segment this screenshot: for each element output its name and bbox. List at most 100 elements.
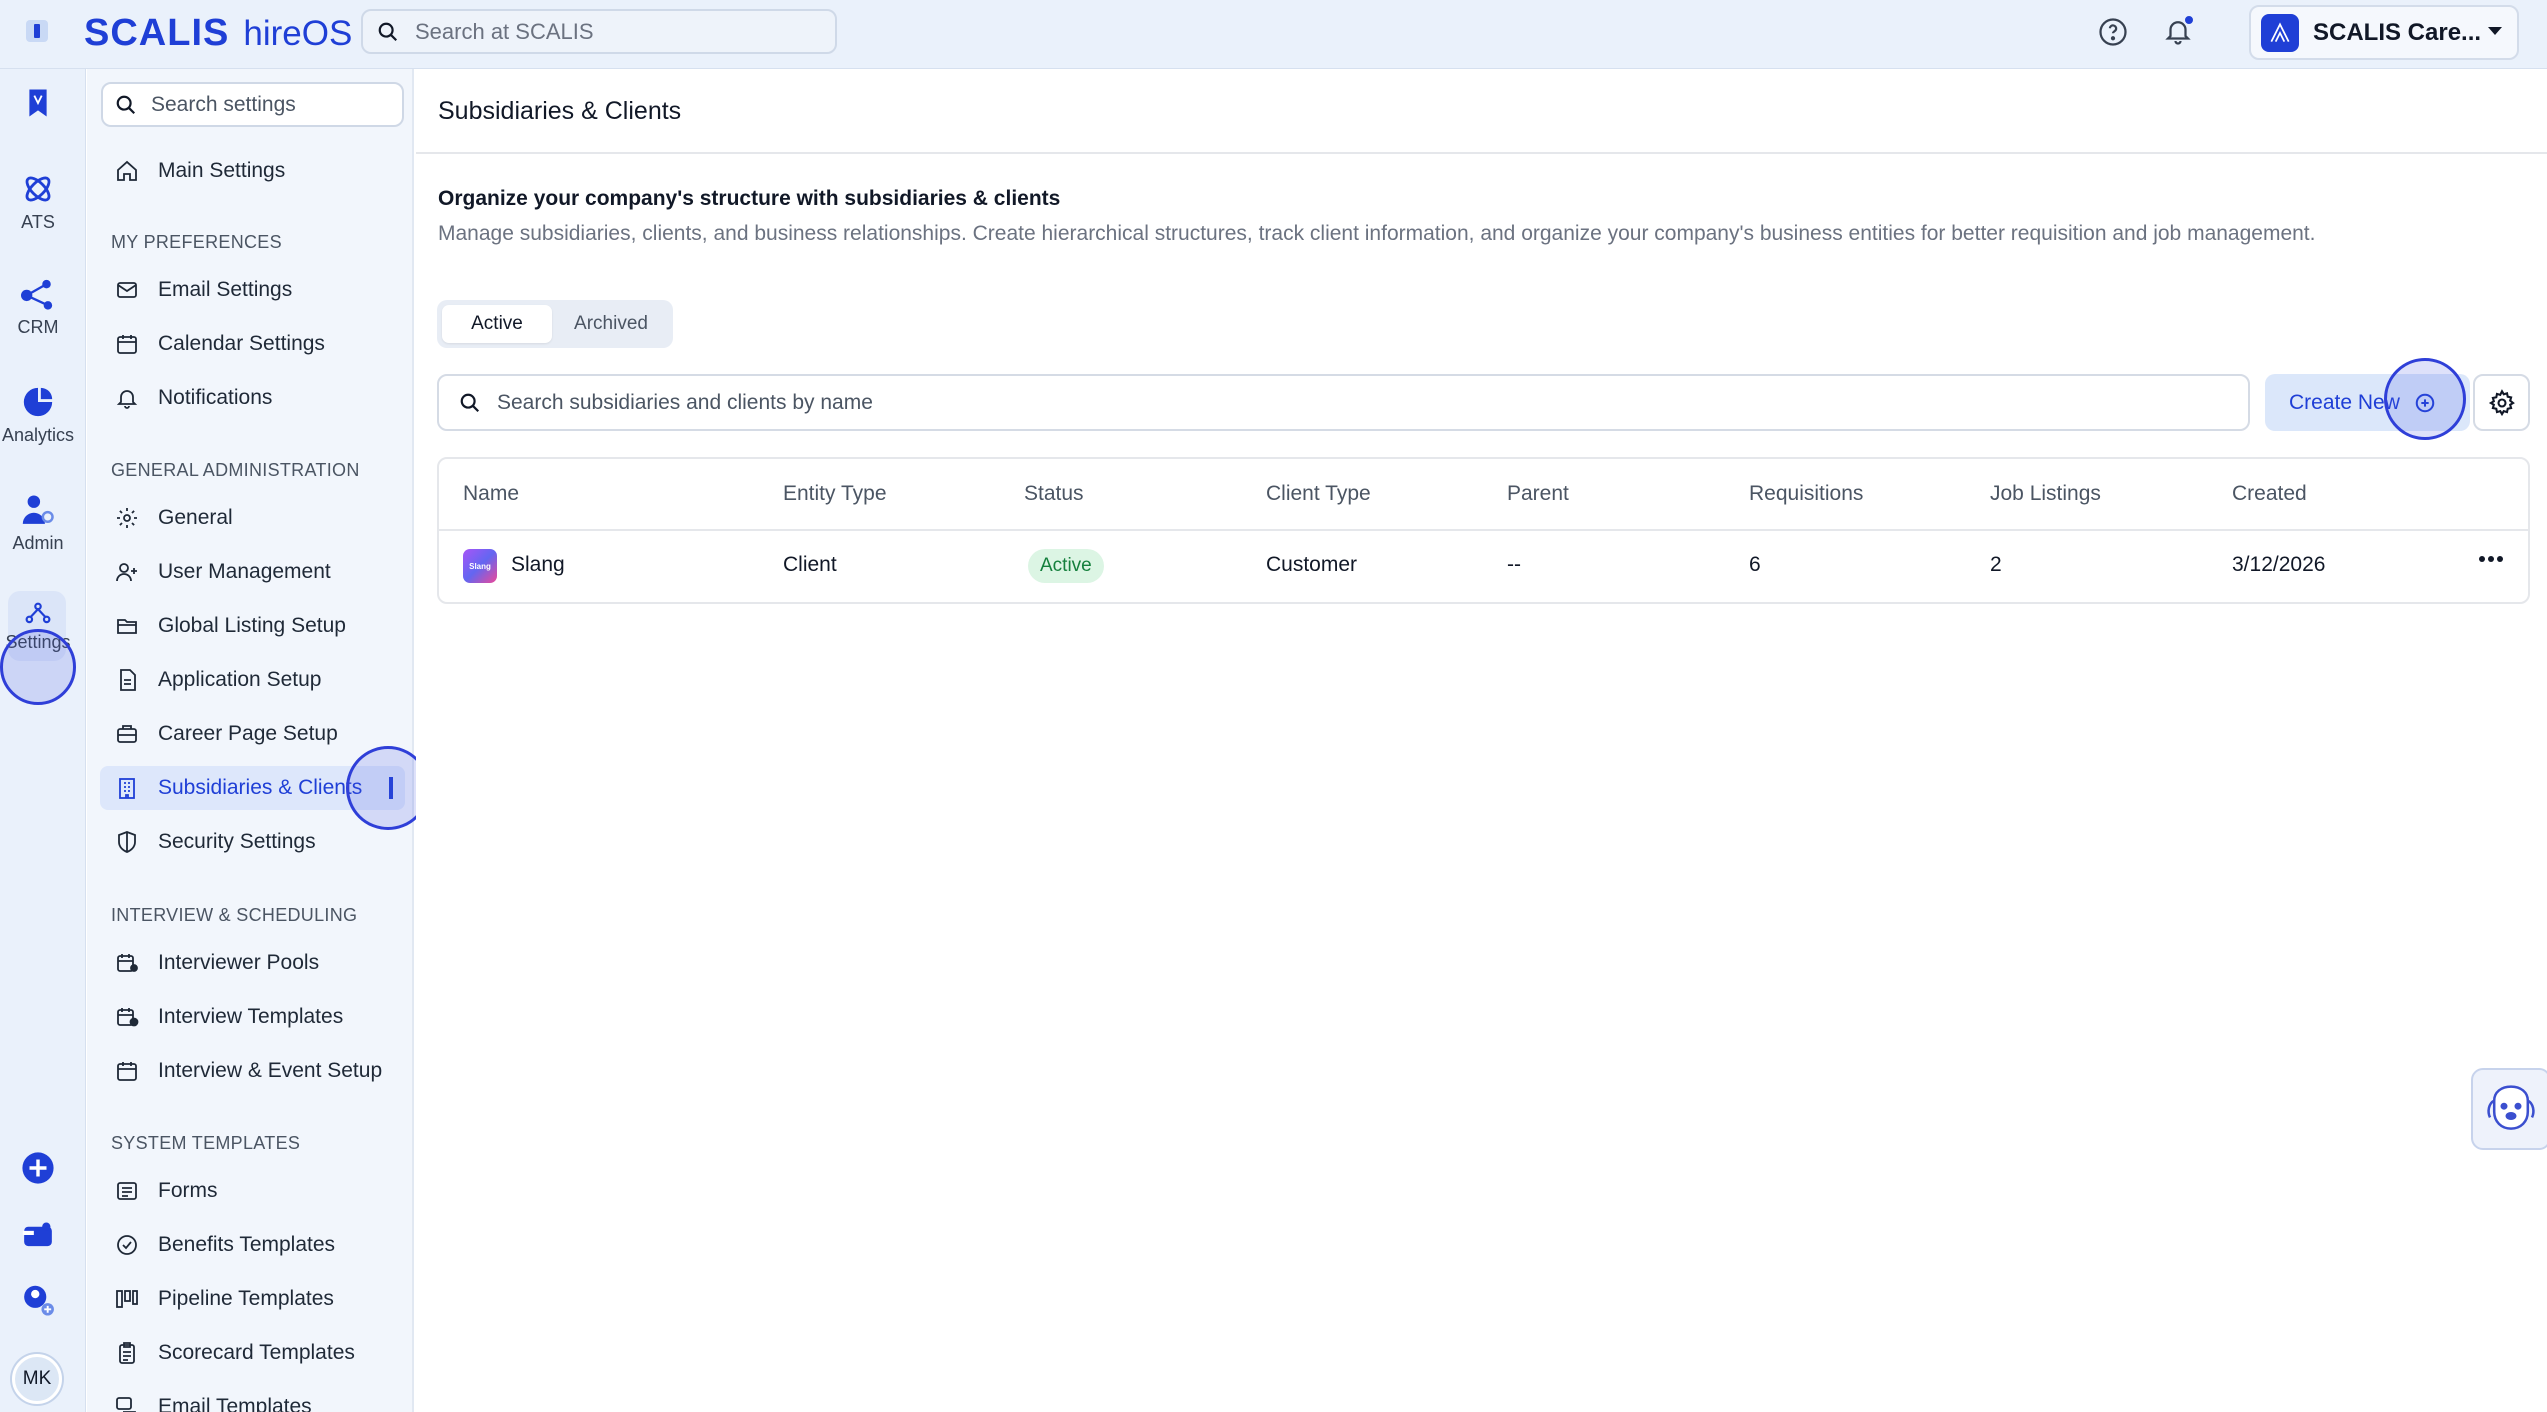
settings-search-input[interactable] xyxy=(151,92,391,117)
rail-bookmark[interactable] xyxy=(0,87,76,119)
page-header: Subsidiaries & Clients xyxy=(416,69,2547,154)
gear-icon xyxy=(2488,388,2516,417)
sidebar-item-career-page-setup[interactable]: Career Page Setup xyxy=(100,712,405,756)
form-icon xyxy=(114,1178,140,1204)
rail-item-analytics[interactable]: Analytics xyxy=(0,385,76,446)
rail-label-settings: Settings xyxy=(5,632,71,652)
text-cursor xyxy=(389,777,393,799)
tab-active[interactable]: Active xyxy=(442,305,552,343)
sidebar-item-label: Career Page Setup xyxy=(158,722,338,745)
sidebar-item-security-settings[interactable]: Security Settings xyxy=(100,820,405,864)
rail-item-settings[interactable]: Settings xyxy=(0,602,76,653)
dog-mascot-icon xyxy=(2483,1081,2539,1137)
sidebar-item-scorecard-templates[interactable]: Scorecard Templates xyxy=(100,1331,405,1375)
col-entity-type[interactable]: Entity Type xyxy=(783,482,887,506)
sidebar-item-forms[interactable]: Forms xyxy=(100,1169,405,1213)
more-options-icon[interactable] xyxy=(2478,555,2504,563)
sidebar-item-general[interactable]: General xyxy=(100,496,405,540)
sidebar-item-label: Calendar Settings xyxy=(158,332,325,355)
account-switcher[interactable]: SCALIS Care... xyxy=(2249,5,2519,60)
atom-icon xyxy=(21,172,55,206)
rail-label-crm: CRM xyxy=(17,317,59,337)
sidebar-item-calendar-settings[interactable]: Calendar Settings xyxy=(100,322,405,366)
chat-icon xyxy=(114,1394,140,1412)
global-search[interactable] xyxy=(361,9,837,54)
page-title: Subsidiaries & Clients xyxy=(438,97,682,125)
settings-nodes-icon xyxy=(25,602,51,626)
sidebar-item-label: Notifications xyxy=(158,386,273,409)
global-search-input[interactable] xyxy=(415,18,815,45)
assistant-button[interactable] xyxy=(2471,1068,2547,1150)
mail-icon xyxy=(114,277,140,303)
rail-label-analytics: Analytics xyxy=(1,425,75,445)
document-icon xyxy=(114,667,140,693)
entities-table: Name Entity Type Status Client Type Pare… xyxy=(437,457,2530,604)
help-icon[interactable] xyxy=(2096,15,2130,49)
sidebar-item-label: Scorecard Templates xyxy=(158,1341,355,1364)
cell-job-listings: 2 xyxy=(1990,553,2002,576)
cell-name[interactable]: Slang xyxy=(511,553,565,577)
rail-inbox-button[interactable] xyxy=(0,1219,76,1251)
section-my-preferences: MY PREFERENCES xyxy=(111,232,282,252)
sidebar-item-email-templates[interactable]: Email Templates xyxy=(100,1385,405,1412)
sidebar-item-application-setup[interactable]: Application Setup xyxy=(100,658,405,702)
table-settings-button[interactable] xyxy=(2473,374,2530,431)
network-icon xyxy=(19,277,57,311)
col-created[interactable]: Created xyxy=(2232,482,2307,506)
sidebar-item-label: Application Setup xyxy=(158,668,322,691)
calendar-clock-icon xyxy=(114,1004,140,1030)
sidebar-item-user-management[interactable]: User Management xyxy=(100,550,405,594)
briefcase-icon xyxy=(114,721,140,747)
sidebar-item-label: Interview Templates xyxy=(158,1005,344,1028)
sidebar-item-main-settings[interactable]: Main Settings xyxy=(100,149,405,193)
sidebar-item-interview-event-setup[interactable]: Interview & Event Setup xyxy=(100,1049,405,1093)
sidebar-item-label: General xyxy=(158,506,233,529)
brand-logo[interactable]: SCALIS hireOS xyxy=(84,12,352,54)
sidebar-item-benefits-templates[interactable]: Benefits Templates xyxy=(100,1223,405,1267)
section-system-templates: SYSTEM TEMPLATES xyxy=(111,1133,301,1153)
sidebar-item-label: Main Settings xyxy=(158,159,286,182)
search-icon xyxy=(459,392,481,414)
sidebar-item-label: Interview & Event Setup xyxy=(158,1059,383,1082)
sidebar-item-interview-templates[interactable]: Interview Templates xyxy=(100,995,405,1039)
search-icon xyxy=(115,94,137,116)
rail-user-add-button[interactable] xyxy=(0,1284,76,1318)
settings-search[interactable] xyxy=(101,82,404,127)
sidebar-item-subsidiaries-clients[interactable]: Subsidiaries & Clients xyxy=(100,766,405,810)
table-row[interactable]: Slang Slang Client Active Customer -- 6 … xyxy=(439,531,2528,604)
calendar-user-icon xyxy=(114,950,140,976)
col-requisitions[interactable]: Requisitions xyxy=(1749,482,1863,506)
sidebar-toggle-icon[interactable] xyxy=(26,20,48,42)
home-icon xyxy=(114,158,140,184)
chevron-down-icon xyxy=(2487,25,2503,37)
sidebar-item-notifications[interactable]: Notifications xyxy=(100,376,405,420)
section-general-administration: GENERAL ADMINISTRATION xyxy=(111,460,360,480)
top-bar: SCALIS hireOS SCALIS Care... xyxy=(0,0,2547,69)
col-parent[interactable]: Parent xyxy=(1507,482,1569,506)
entity-search-input[interactable] xyxy=(497,390,2197,415)
inbox-icon xyxy=(20,1219,56,1251)
sidebar-item-interviewer-pools[interactable]: Interviewer Pools xyxy=(100,941,405,985)
col-client-type[interactable]: Client Type xyxy=(1266,482,1371,506)
sidebar-item-pipeline-templates[interactable]: Pipeline Templates xyxy=(100,1277,405,1321)
rail-add-button[interactable] xyxy=(0,1151,76,1185)
create-new-button[interactable]: Create New xyxy=(2265,374,2470,431)
account-name: SCALIS Care... xyxy=(2313,18,2482,46)
avatar[interactable]: MK xyxy=(12,1354,62,1404)
rail-item-ats[interactable]: ATS xyxy=(0,172,76,233)
tab-archived[interactable]: Archived xyxy=(556,305,666,343)
rail-item-admin[interactable]: Admin xyxy=(0,493,76,554)
entity-search[interactable] xyxy=(437,374,2250,431)
company-logo-icon xyxy=(2261,13,2299,52)
sidebar-item-label: Global Listing Setup xyxy=(158,614,346,637)
cell-created: 3/12/2026 xyxy=(2232,553,2326,576)
sidebar-item-email-settings[interactable]: Email Settings xyxy=(100,268,405,312)
sidebar-item-global-listing-setup[interactable]: Global Listing Setup xyxy=(100,604,405,648)
rail-item-crm[interactable]: CRM xyxy=(0,277,76,338)
col-status[interactable]: Status xyxy=(1024,482,1084,506)
building-icon xyxy=(114,775,140,801)
gear-icon xyxy=(114,505,140,531)
col-job-listings[interactable]: Job Listings xyxy=(1990,482,2101,506)
col-name[interactable]: Name xyxy=(463,482,519,506)
kanban-icon xyxy=(114,1286,140,1312)
